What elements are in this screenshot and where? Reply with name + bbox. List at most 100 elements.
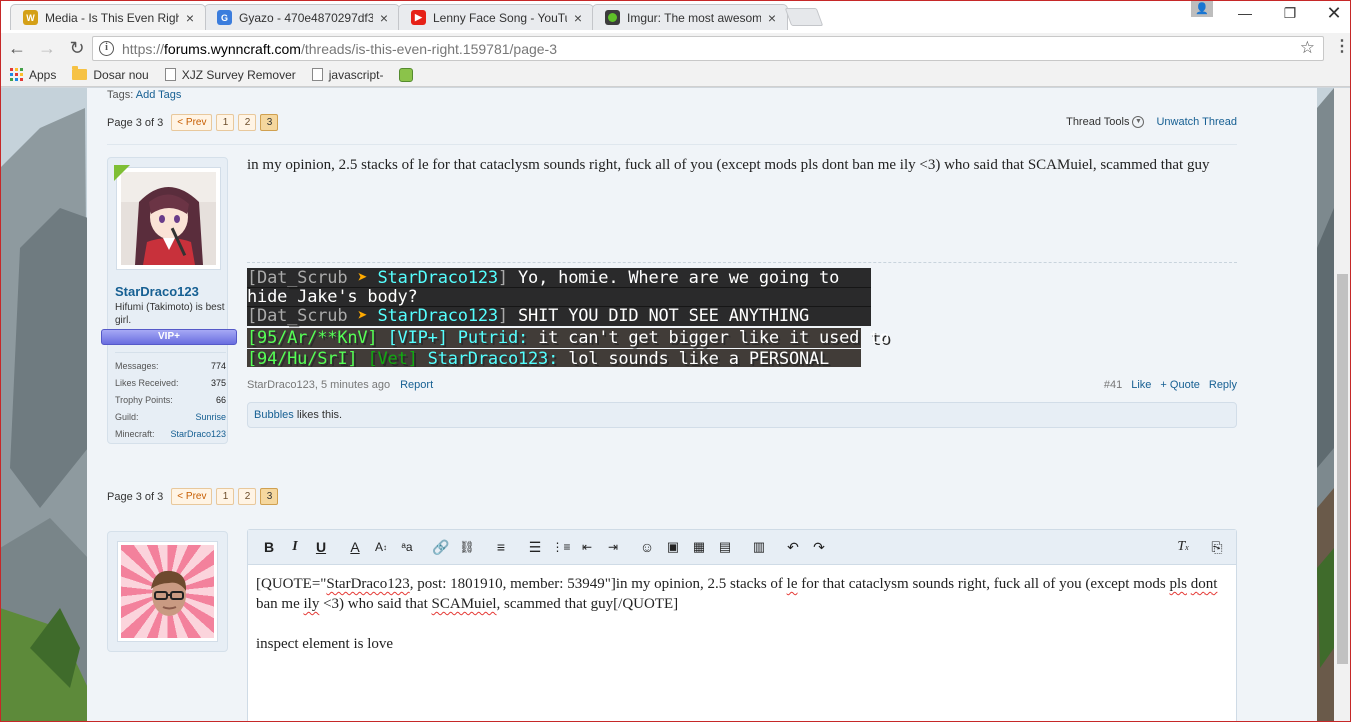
insert-icon[interactable]: ▤: [712, 534, 738, 560]
forward-icon[interactable]: →: [34, 35, 60, 61]
reload-icon[interactable]: ↻: [64, 35, 90, 61]
link-icon[interactable]: 🔗: [428, 534, 454, 560]
anime-avatar-image: [121, 172, 216, 265]
tab-gyazo[interactable]: G Gyazo - 470e4870297df3 ×: [204, 4, 400, 30]
tab-youtube[interactable]: ▶ Lenny Face Song - YouTu ×: [398, 4, 594, 30]
indent-icon[interactable]: ⇥: [600, 534, 626, 560]
font-family-icon[interactable]: ᵃa: [394, 534, 420, 560]
add-tags-link[interactable]: Add Tags: [136, 89, 182, 101]
save-draft-icon[interactable]: ▥: [746, 534, 772, 560]
chat-text: [Dat_Scrub: [247, 306, 348, 326]
tab-title: Imgur: The most awesom: [627, 10, 761, 25]
bookmark-xjz-survey-remover[interactable]: XJZ Survey Remover: [164, 68, 296, 82]
page-1-button[interactable]: 1: [216, 114, 235, 131]
quote-link[interactable]: + Quote: [1160, 379, 1199, 391]
post-number[interactable]: #41: [1104, 379, 1122, 391]
italic-icon[interactable]: I: [282, 534, 308, 560]
bookmark-star-icon[interactable]: ☆: [1300, 38, 1315, 58]
like-link[interactable]: Like: [1131, 379, 1151, 391]
image-icon[interactable]: ▣: [660, 534, 686, 560]
tab-imgur[interactable]: Imgur: The most awesom ×: [592, 4, 788, 30]
chat-text: StarDraco123: [377, 268, 499, 288]
page-3-button[interactable]: 3: [260, 488, 279, 505]
smilie-icon[interactable]: ☺: [634, 534, 660, 560]
maximize-icon[interactable]: ❐: [1267, 3, 1313, 23]
report-link[interactable]: Report: [400, 379, 433, 391]
misspelled-word: dont: [1190, 576, 1218, 592]
url-scheme: https://: [122, 40, 165, 57]
page-navigation-bottom: Page 3 of 3 < Prev 1 2 3: [107, 488, 279, 505]
chat-text: [94/Hu/SrI]: [247, 349, 358, 367]
reply-link[interactable]: Reply: [1209, 379, 1237, 391]
media-icon[interactable]: ▦: [686, 534, 712, 560]
divider: [107, 144, 1237, 145]
page-2-button[interactable]: 2: [238, 488, 257, 505]
post-meta: StarDraco123, 5 minutes ago Report: [247, 379, 433, 391]
redo-icon[interactable]: ↷: [806, 534, 832, 560]
thread-tags: Tags: Add Tags: [107, 89, 181, 101]
chrome-menu-icon[interactable]: ⋮: [1334, 37, 1350, 57]
misspelled-word: StarDraco123: [326, 576, 410, 592]
underline-icon[interactable]: U: [308, 534, 334, 560]
document-icon: [311, 68, 323, 81]
post-username[interactable]: StarDraco123: [115, 284, 199, 299]
chat-text: [VIP+]: [387, 328, 448, 348]
unwatch-thread-link[interactable]: Unwatch Thread: [1156, 116, 1237, 128]
toggle-bbcode-icon[interactable]: ⎘: [1204, 534, 1230, 560]
prev-page-button[interactable]: < Prev: [171, 488, 213, 505]
back-icon[interactable]: ←: [4, 35, 30, 61]
stat-label: Trophy Points:: [115, 395, 173, 405]
close-tab-icon[interactable]: ×: [183, 10, 197, 26]
editor-content[interactable]: [QUOTE="StarDraco123, post: 1801910, mem…: [248, 565, 1236, 663]
reply-user-avatar: [107, 531, 228, 652]
prev-page-button[interactable]: < Prev: [171, 114, 213, 131]
minecraft-name-link[interactable]: StarDraco123: [170, 426, 226, 443]
bold-icon[interactable]: B: [256, 534, 282, 560]
align-icon[interactable]: ≡: [488, 534, 514, 560]
address-bar[interactable]: i https://forums.wynncraft.com/threads/i…: [92, 36, 1324, 61]
page-2-button[interactable]: 2: [238, 114, 257, 131]
avatar[interactable]: [117, 541, 218, 642]
remove-formatting-icon[interactable]: Tx: [1170, 534, 1196, 560]
minecraft-chat-screenshot: [Dat_Scrub ➤ StarDraco123] Yo, homie. Wh…: [247, 268, 890, 368]
stat-value: 774: [210, 361, 226, 371]
chat-line: [Dat_Scrub ➤ StarDraco123] Yo, homie. Wh…: [247, 268, 871, 288]
font-color-icon[interactable]: A: [342, 534, 368, 560]
editor-text: for that cataclysm sounds right, fuck al…: [801, 576, 1166, 592]
thread-tools-menu[interactable]: Thread Tools ▼: [1066, 116, 1145, 128]
post-time[interactable]: 5 minutes ago: [321, 379, 390, 391]
bookmark-javascript[interactable]: javascript-: [311, 68, 383, 82]
outdent-icon[interactable]: ⇤: [574, 534, 600, 560]
avatar[interactable]: [116, 167, 221, 270]
chat-line: [95/Ar/**KnV] [VIP+] Putrid: it can't ge…: [247, 328, 890, 348]
bookmark-label: Apps: [29, 67, 57, 82]
unlink-icon[interactable]: ⛓: [454, 534, 480, 560]
close-tab-icon[interactable]: ×: [377, 10, 391, 26]
bookmark-label: Dosar nou: [93, 67, 149, 82]
close-tab-icon[interactable]: ×: [765, 10, 779, 26]
vip-plus-badge: VIP+: [101, 329, 237, 345]
site-info-icon[interactable]: i: [99, 41, 114, 56]
post-author[interactable]: StarDraco123: [247, 379, 315, 391]
close-tab-icon[interactable]: ×: [571, 10, 585, 26]
font-size-icon[interactable]: A ↕: [368, 534, 394, 560]
profile-icon[interactable]: 👤: [1191, 1, 1213, 17]
tab-media[interactable]: W Media - Is This Even Righ ×: [10, 4, 206, 30]
new-tab-button[interactable]: [784, 8, 824, 26]
minimize-icon[interactable]: —: [1222, 3, 1268, 23]
thread-tools-label: Thread Tools: [1066, 116, 1130, 128]
liker-username-link[interactable]: Bubbles: [254, 409, 294, 421]
guild-link[interactable]: Sunrise: [195, 409, 226, 426]
page-3-button[interactable]: 3: [260, 114, 279, 131]
bookmark-apps[interactable]: Apps: [10, 68, 56, 82]
numbered-list-icon[interactable]: ⋮≡: [548, 534, 574, 560]
window-close-icon[interactable]: ✕: [1311, 3, 1351, 23]
page-1-button[interactable]: 1: [216, 488, 235, 505]
undo-icon[interactable]: ↶: [780, 534, 806, 560]
bookmark-extension[interactable]: [399, 67, 419, 82]
page-scrollbar-thumb[interactable]: [1337, 274, 1348, 664]
bookmark-dosar-nou[interactable]: Dosar nou: [72, 66, 149, 82]
chat-arrow: ➤: [357, 268, 368, 288]
bulleted-list-icon[interactable]: ☰: [522, 534, 548, 560]
